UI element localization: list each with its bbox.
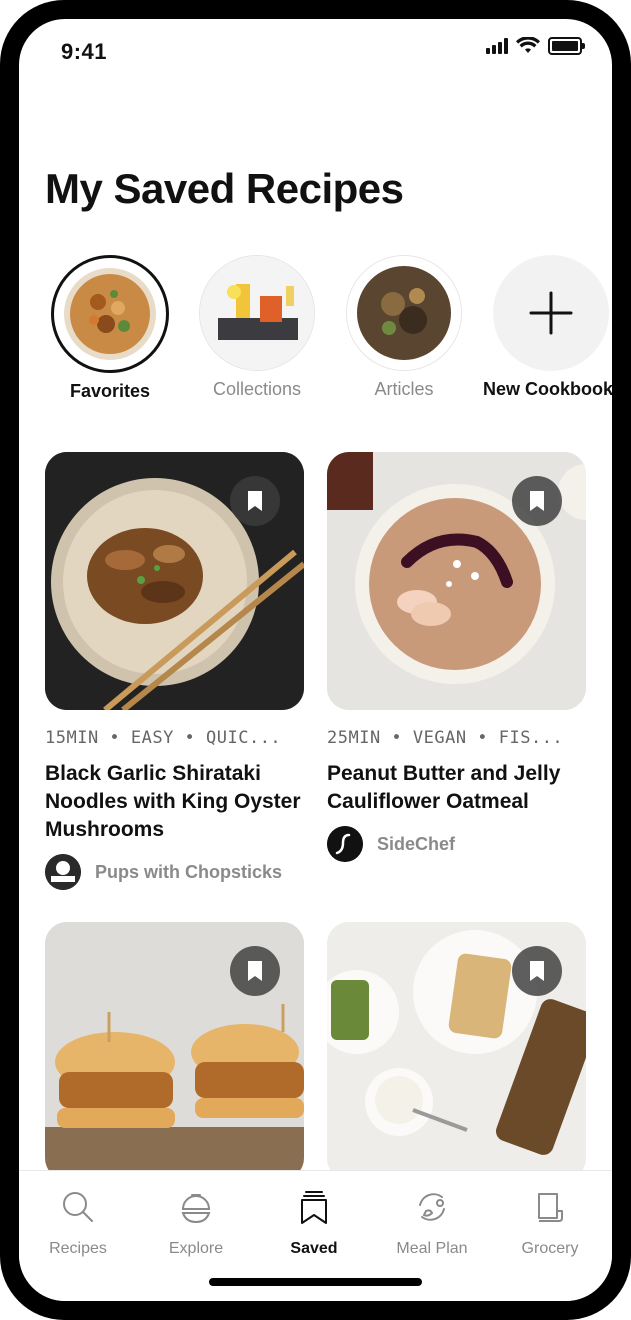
- search-icon: [63, 1192, 93, 1222]
- recipe-card[interactable]: 25MIN • VEGAN • FIS... Peanut Butter and…: [327, 452, 586, 862]
- recipe-image: [327, 922, 586, 1180]
- status-icons: [486, 37, 585, 55]
- author-avatar: [45, 854, 81, 890]
- tab-saved[interactable]: Saved: [264, 1189, 364, 1258]
- bookmark-button[interactable]: [230, 476, 280, 526]
- bookmark-icon: [530, 961, 544, 981]
- cookbook-articles[interactable]: Articles: [344, 255, 464, 400]
- cookbook-label: Articles: [374, 379, 434, 399]
- tab-label: Meal Plan: [396, 1240, 468, 1257]
- meal-plan-icon: [419, 1193, 445, 1221]
- tab-label: Saved: [290, 1240, 338, 1257]
- bookmark-button[interactable]: [230, 946, 280, 996]
- app-screen: 9:41 My Saved Recipes Favorites Collecti…: [19, 19, 612, 1301]
- device-frame: 9:41 My Saved Recipes Favorites Collecti…: [0, 0, 631, 1320]
- bookmark-icon: [248, 961, 262, 981]
- recipe-card[interactable]: [45, 922, 304, 1180]
- tab-label: Recipes: [49, 1240, 107, 1257]
- tab-recipes[interactable]: Recipes: [28, 1189, 128, 1258]
- battery-icon: [548, 37, 585, 55]
- author-name: SideChef: [377, 833, 456, 854]
- recipe-card[interactable]: 15MIN • EASY • QUIC... Black Garlic Shir…: [45, 452, 304, 890]
- favorites-thumbnail: [51, 255, 169, 373]
- recipe-image: [45, 922, 304, 1180]
- cookbook-label: Collections: [212, 379, 302, 399]
- collections-thumbnail: [199, 255, 315, 371]
- sidechef-logo-icon: [327, 826, 363, 862]
- cookbook-favorites[interactable]: Favorites: [50, 255, 170, 402]
- articles-thumbnail: [346, 255, 462, 371]
- plus-icon: [493, 255, 609, 371]
- recipe-meta: 25MIN • VEGAN • FIS...: [327, 728, 564, 748]
- tab-label: Explore: [168, 1240, 224, 1257]
- recipe-image: [327, 452, 586, 710]
- new-cookbook-button[interactable]: New Cookbook: [483, 255, 612, 400]
- recipe-author[interactable]: Pups with Chopsticks: [45, 854, 304, 890]
- recipe-meta: 15MIN • EASY • QUIC...: [45, 728, 282, 748]
- recipe-image: [45, 452, 304, 710]
- cookbook-label: New Cookbook: [483, 379, 612, 399]
- home-indicator: [209, 1278, 422, 1286]
- recipe-card[interactable]: [327, 922, 586, 1180]
- tab-meal-plan[interactable]: Meal Plan: [382, 1189, 482, 1258]
- cookbook-collections[interactable]: Collections: [197, 255, 317, 400]
- bookmark-button[interactable]: [512, 476, 562, 526]
- cookbook-label: Favorites: [69, 381, 151, 401]
- bookmark-icon: [530, 491, 544, 511]
- tab-explore[interactable]: Explore: [146, 1189, 246, 1258]
- recipe-author[interactable]: SideChef: [327, 826, 586, 862]
- page-title: My Saved Recipes: [45, 165, 404, 212]
- status-time: 9:41: [61, 39, 108, 64]
- bookmark-icon: [248, 491, 262, 511]
- tab-label: Grocery: [521, 1240, 579, 1257]
- bookmark-button[interactable]: [512, 946, 562, 996]
- wifi-icon: [516, 37, 540, 53]
- cloche-icon: [181, 1194, 211, 1224]
- recipe-title: Peanut Butter and Jelly Cauliflower Oatm…: [327, 762, 561, 813]
- signal-icon: [486, 38, 508, 54]
- recipe-title: Black Garlic Shirataki Noodles with King…: [45, 762, 301, 841]
- grocery-icon: [538, 1193, 563, 1222]
- tab-grocery[interactable]: Grocery: [500, 1189, 600, 1258]
- saved-stack-icon: [301, 1191, 327, 1224]
- author-name: Pups with Chopsticks: [95, 861, 283, 882]
